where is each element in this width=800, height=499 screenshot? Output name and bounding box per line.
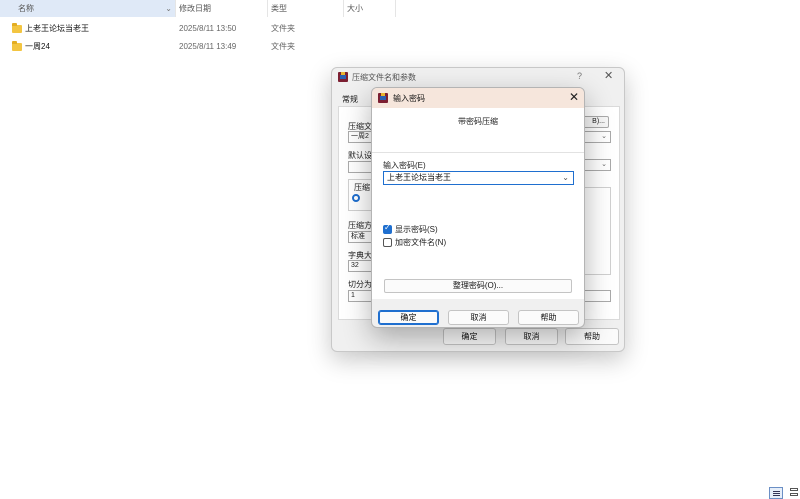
password-input[interactable]: 上老王论坛当老王 ⌄ (383, 171, 574, 185)
column-header-date[interactable]: 修改日期 (176, 0, 268, 17)
column-header-name[interactable]: 名称 ⌄ (0, 0, 176, 17)
tiles-view-icon[interactable] (787, 487, 800, 499)
archive-dialog-title: 压缩文件名和参数 (352, 73, 416, 82)
encrypt-names-label: 加密文件名(N) (395, 238, 447, 247)
archive-cancel-button[interactable]: 取消 (505, 328, 558, 345)
archive-format-label: 压缩 (354, 183, 370, 192)
column-header-name-label: 名称 (18, 4, 34, 13)
file-name: 上老王论坛当老王 (25, 24, 89, 33)
compression-method-label: 压缩方 (348, 221, 372, 230)
password-dialog: 输入密码 ✕ 带密码压缩 输入密码(E) 上老王论坛当老王 ⌄ 显示密码(S) … (371, 87, 585, 328)
chevron-down-icon: ⌄ (601, 133, 607, 140)
chevron-down-icon[interactable]: ⌄ (562, 172, 569, 184)
folder-icon (12, 23, 22, 33)
file-type: 文件夹 (271, 24, 295, 33)
winrar-icon (378, 93, 388, 103)
archive-help-button[interactable]: 帮助 (565, 328, 619, 345)
chevron-down-icon[interactable]: ⌄ (165, 0, 172, 17)
archive-dialog-titlebar[interactable]: 压缩文件名和参数 ? ✕ (332, 68, 624, 86)
column-header-type[interactable]: 类型 (268, 0, 344, 17)
divider (372, 152, 584, 153)
profiles-button[interactable] (348, 161, 372, 173)
password-dialog-title: 输入密码 (393, 94, 425, 103)
tab-general[interactable]: 常规 (342, 94, 358, 105)
file-row[interactable]: 一周24 2025/8/11 13:49 文件夹 (0, 39, 400, 55)
file-name: 一周24 (25, 42, 50, 51)
show-password-checkbox[interactable] (383, 223, 392, 234)
folder-icon (12, 41, 22, 51)
password-label: 输入密码(E) (383, 161, 426, 170)
organize-passwords-button[interactable]: 整理密码(O)... (384, 279, 572, 293)
password-cancel-button[interactable]: 取消 (448, 310, 509, 325)
details-view-icon[interactable] (769, 487, 783, 499)
file-date: 2025/8/11 13:50 (179, 24, 237, 33)
close-icon[interactable]: ✕ (604, 69, 613, 82)
split-volumes-label: 切分为 (348, 280, 372, 289)
column-header-bar: 名称 ⌄ 修改日期 类型 大小 (0, 0, 800, 17)
password-value: 上老王论坛当老王 (387, 173, 451, 182)
file-type: 文件夹 (271, 42, 295, 51)
close-icon[interactable]: ✕ (569, 90, 579, 104)
encrypt-names-checkbox[interactable] (383, 238, 392, 247)
default-profile-label: 默认设 (348, 151, 372, 160)
password-dialog-body: 带密码压缩 输入密码(E) 上老王论坛当老王 ⌄ 显示密码(S) 加密文件名(N… (372, 108, 584, 299)
password-heading: 带密码压缩 (458, 117, 498, 126)
password-help-button[interactable]: 帮助 (518, 310, 579, 325)
file-row[interactable]: 上老王论坛当老王 2025/8/11 13:50 文件夹 (0, 21, 400, 37)
winrar-icon (338, 72, 348, 82)
file-date: 2025/8/11 13:49 (179, 42, 237, 51)
password-dialog-titlebar[interactable]: 输入密码 ✕ (372, 88, 584, 108)
help-icon[interactable]: ? (577, 71, 582, 81)
column-header-size[interactable]: 大小 (344, 0, 396, 17)
chevron-down-icon: ⌄ (601, 161, 607, 168)
format-rar-radio[interactable] (352, 194, 360, 202)
password-ok-button[interactable]: 确定 (378, 310, 439, 325)
show-password-label: 显示密码(S) (395, 225, 438, 234)
archive-ok-button[interactable]: 确定 (443, 328, 496, 345)
